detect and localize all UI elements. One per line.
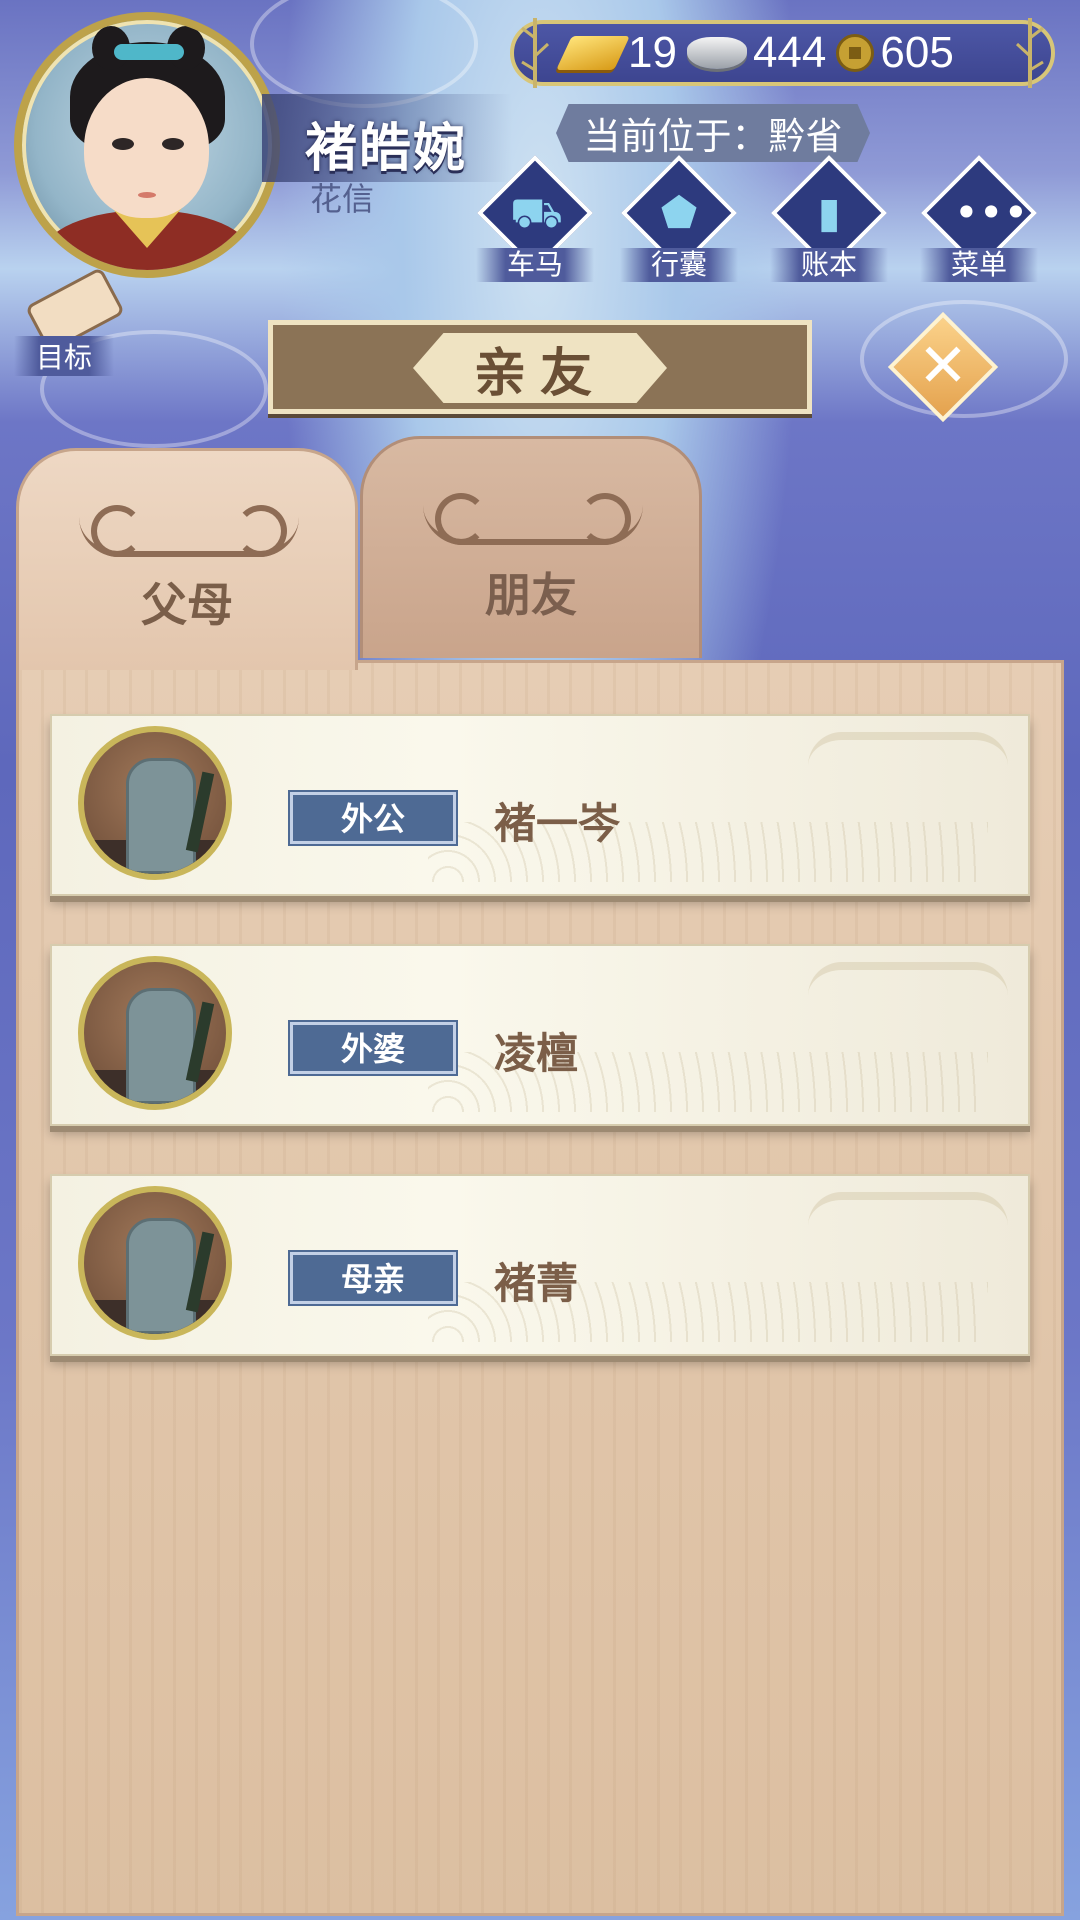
cloud-ornament-icon bbox=[79, 491, 299, 557]
bamboo-icon bbox=[521, 18, 550, 88]
menu-label: 菜单 bbox=[920, 248, 1038, 282]
relation-badge: 外公 bbox=[290, 792, 456, 844]
silver-ingot-icon bbox=[686, 37, 747, 69]
relation-badge: 外婆 bbox=[290, 1022, 456, 1074]
copper-value: 605 bbox=[880, 28, 954, 77]
gold-bar-icon bbox=[556, 36, 630, 70]
carriage-button[interactable]: ⛟ 车马 bbox=[476, 155, 594, 282]
bag-icon: ⬟ bbox=[660, 188, 698, 237]
location-label: 当前位于：黔省 bbox=[556, 104, 870, 162]
more-icon: ••• bbox=[954, 188, 1029, 237]
cloud-ornament-icon bbox=[423, 479, 643, 545]
bag-button[interactable]: ⬟ 行囊 bbox=[620, 155, 738, 282]
carriage-icon: ⛟ bbox=[510, 188, 563, 237]
copper-counter: 605 bbox=[836, 28, 954, 78]
page-title: 亲友 bbox=[413, 333, 667, 403]
tab-parents[interactable]: 父母 bbox=[16, 448, 358, 670]
menu-button[interactable]: ••• 菜单 bbox=[920, 155, 1038, 282]
relative-card[interactable]: 外婆 凌檀 bbox=[50, 944, 1030, 1126]
relative-name: 凌檀 bbox=[494, 1029, 579, 1078]
tombstone-avatar-icon bbox=[78, 1186, 232, 1340]
silver-counter: 444 bbox=[686, 28, 827, 78]
carriage-label: 车马 bbox=[476, 248, 594, 282]
goal-label: 目标 bbox=[14, 336, 114, 376]
silver-value: 444 bbox=[752, 28, 827, 77]
tab-parents-label: 父母 bbox=[141, 578, 233, 632]
player-avatar[interactable] bbox=[14, 12, 280, 278]
ledger-icon: ▮ bbox=[817, 188, 841, 237]
tab-friends-label: 朋友 bbox=[485, 568, 577, 622]
tombstone-avatar-icon bbox=[78, 956, 232, 1110]
player-subtitle: 花信 bbox=[310, 180, 375, 218]
bag-label: 行囊 bbox=[620, 248, 738, 282]
relative-card[interactable]: 母亲 褚菁 bbox=[50, 1174, 1030, 1356]
ledger-label: 账本 bbox=[770, 248, 888, 282]
tab-friends[interactable]: 朋友 bbox=[360, 436, 702, 658]
bamboo-icon bbox=[1015, 18, 1044, 88]
relative-name: 褚一岑 bbox=[494, 799, 621, 848]
gold-counter: 19 bbox=[556, 28, 677, 78]
relation-badge: 母亲 bbox=[290, 1252, 456, 1304]
goal-button[interactable]: 目标 bbox=[14, 266, 126, 376]
tombstone-avatar-icon bbox=[78, 726, 232, 880]
relative-card[interactable]: 外公 褚一岑 bbox=[50, 714, 1030, 896]
gold-value: 19 bbox=[628, 28, 677, 77]
close-icon[interactable]: ✕ bbox=[904, 328, 982, 406]
ledger-button[interactable]: ▮ 账本 bbox=[770, 155, 888, 282]
relative-name: 褚菁 bbox=[494, 1259, 579, 1308]
title-banner: 亲友 bbox=[268, 320, 812, 414]
currency-bar: 19 444 605 bbox=[510, 18, 1055, 88]
copper-coin-icon bbox=[836, 34, 875, 72]
player-name: 褚皓婉 bbox=[305, 119, 468, 179]
